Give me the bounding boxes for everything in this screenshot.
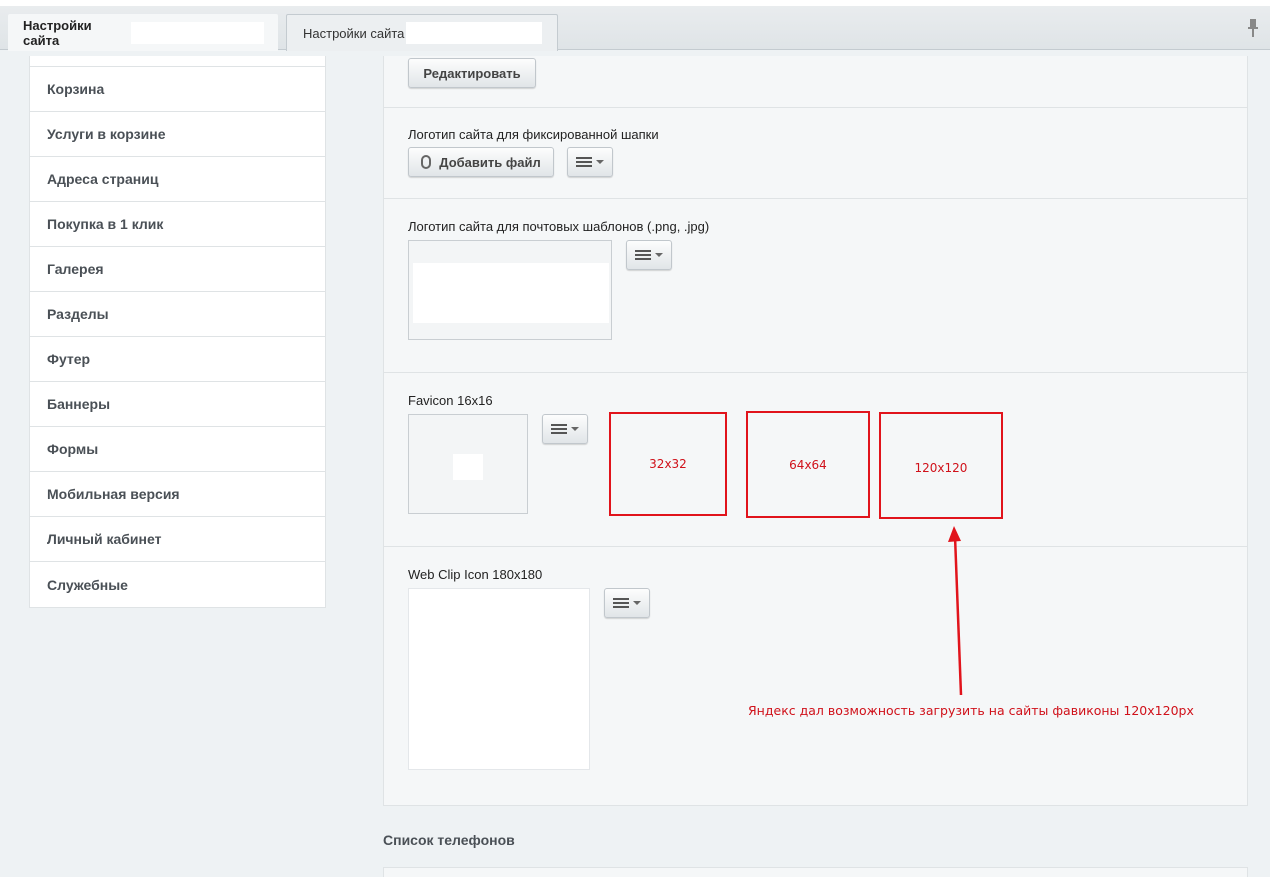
annotation-arrow (948, 526, 963, 696)
caret-down-icon (571, 427, 579, 431)
tab-label: Настройки сайта (303, 25, 405, 41)
sidebar-item-page-addresses[interactable]: Адреса страниц (30, 157, 325, 202)
annotation-box-120: 120x120 (879, 412, 1003, 519)
sidebar-item-label: Разделы (47, 306, 109, 322)
image-placeholder (453, 454, 483, 480)
caret-down-icon (633, 601, 641, 605)
field-label: Логотип сайта для фиксированной шапки (408, 127, 659, 142)
sidebar-item-label: Футер (47, 351, 91, 367)
mail-logo-preview (408, 240, 612, 340)
field-label: Логотип сайта для почтовых шаблонов (.pn… (408, 219, 710, 234)
add-file-label: Добавить файл (439, 154, 541, 170)
add-file-button[interactable]: Добавить файл (408, 147, 554, 177)
sidebar-item-mobile[interactable]: Мобильная версия (30, 472, 325, 517)
redacted-mask (406, 22, 543, 44)
menu-button[interactable] (542, 414, 588, 444)
section-fixed-header-logo: Логотип сайта для фиксированной шапки До… (384, 108, 1247, 199)
sidebar-item-label: Услуги в корзине (47, 126, 166, 142)
sidebar-item-label: Мобильная версия (47, 486, 180, 502)
menu-icon (635, 250, 651, 260)
sidebar-top-edge (30, 56, 325, 67)
sidebar-item-label: Служебные (47, 576, 128, 593)
phones-panel (383, 867, 1248, 877)
sidebar-item-sections[interactable]: Разделы (30, 292, 325, 337)
sidebar-item-cart-services[interactable]: Услуги в корзине (30, 112, 325, 157)
annotation-note: Яндекс дал возможность загрузить на сайт… (748, 703, 1194, 718)
redacted-mask (130, 21, 264, 44)
sidebar-item-label: Формы (47, 441, 99, 457)
sidebar-item-label: Покупка в 1 клик (47, 216, 164, 232)
paperclip-icon (421, 155, 432, 169)
menu-icon (576, 157, 592, 167)
webclip-preview (408, 588, 590, 770)
field-label: Favicon 16x16 (408, 393, 493, 408)
tab-site-settings-2[interactable]: Настройки сайта (286, 14, 558, 51)
sidebar-item-forms[interactable]: Формы (30, 427, 325, 472)
sidebar-item-service[interactable]: Служебные (30, 562, 325, 607)
pin-icon[interactable] (1246, 18, 1260, 38)
sidebar-item-label: Галерея (47, 261, 104, 277)
image-placeholder (413, 263, 609, 323)
sidebar: Корзина Услуги в корзине Адреса страниц … (29, 56, 326, 608)
field-label: Web Clip Icon 180x180 (408, 567, 543, 582)
sidebar-item-label: Личный кабинет (47, 531, 162, 547)
annotation-box-32: 32x32 (609, 412, 727, 516)
menu-button[interactable] (604, 588, 650, 618)
sidebar-item-gallery[interactable]: Галерея (30, 247, 325, 292)
sidebar-item-label: Адреса страниц (47, 171, 159, 187)
sidebar-item-label: Корзина (47, 81, 105, 97)
section-webclip: Web Clip Icon 180x180 (384, 547, 1247, 806)
sidebar-item-cart[interactable]: Корзина (30, 67, 325, 112)
sidebar-item-banners[interactable]: Баннеры (30, 382, 325, 427)
sidebar-item-account[interactable]: Личный кабинет (30, 517, 325, 562)
section-mail-logo: Логотип сайта для почтовых шаблонов (.pn… (384, 199, 1247, 373)
section-title-phones: Список телефонов (383, 832, 515, 848)
tab-site-settings-1[interactable]: Настройки сайта (8, 14, 278, 51)
edit-button[interactable]: Редактировать (408, 58, 536, 88)
sidebar-item-one-click[interactable]: Покупка в 1 клик (30, 202, 325, 247)
menu-button[interactable] (626, 240, 672, 270)
menu-icon (551, 424, 567, 434)
caret-down-icon (655, 253, 663, 257)
sidebar-item-label: Баннеры (47, 396, 111, 412)
menu-button[interactable] (567, 147, 613, 177)
top-tab-bar: Настройки сайта Настройки сайта (0, 0, 1270, 51)
favicon-preview (408, 414, 528, 514)
section-edit: Редактировать (384, 56, 1247, 108)
annotation-box-64: 64x64 (746, 411, 870, 518)
menu-icon (613, 598, 629, 608)
caret-down-icon (596, 160, 604, 164)
sidebar-item-footer[interactable]: Футер (30, 337, 325, 382)
tab-label: Настройки сайта (23, 17, 92, 48)
